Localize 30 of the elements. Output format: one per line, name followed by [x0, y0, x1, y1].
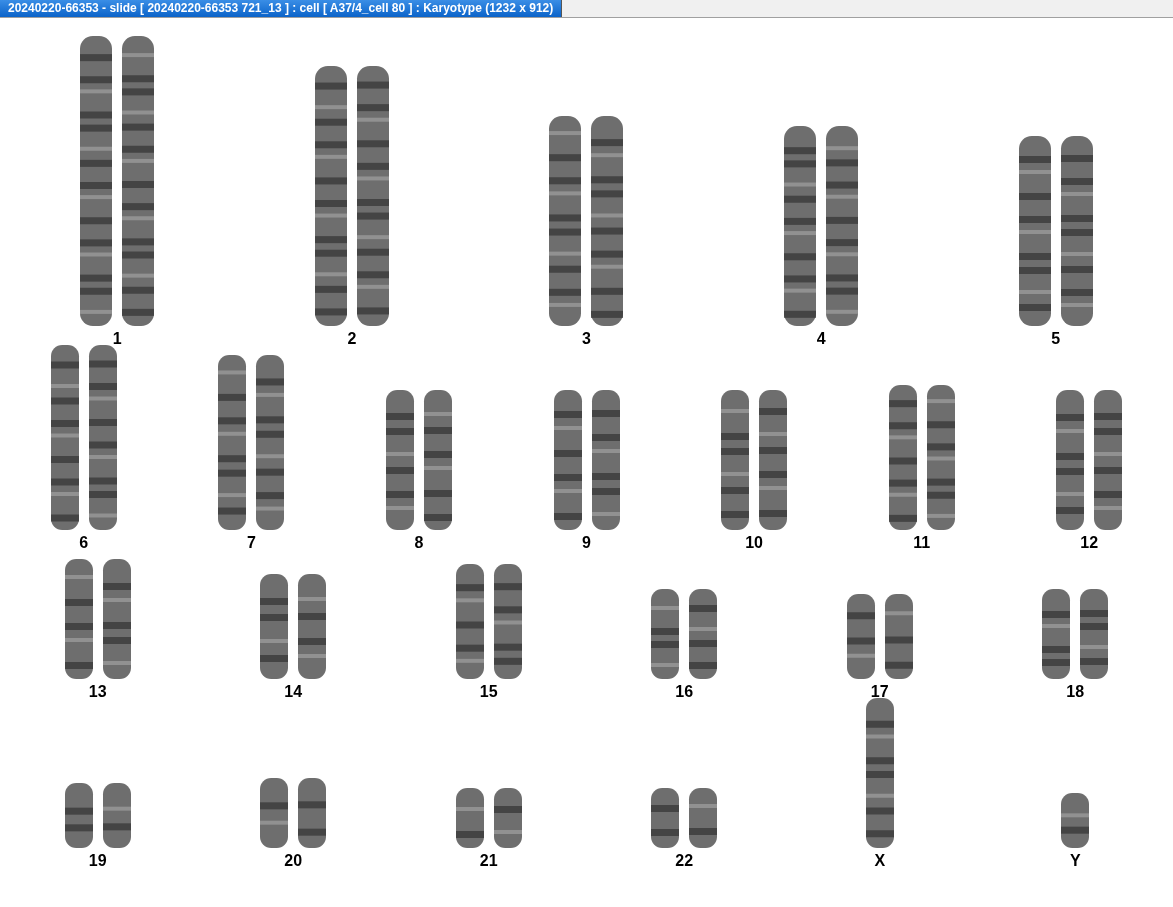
- chromosome-pair-drawing: [651, 788, 718, 848]
- chromosome-label: 20: [284, 852, 303, 870]
- chromosome-label: 19: [88, 852, 107, 870]
- chromosome-label: X: [874, 852, 886, 870]
- chromosome-label: 3: [582, 330, 591, 348]
- chromosome-label: 14: [284, 683, 303, 701]
- chromosome-label: 4: [816, 330, 826, 348]
- chromosome-label: 16: [675, 683, 694, 701]
- chromosome-label: 11: [913, 534, 931, 552]
- chromosome-label: 17: [870, 683, 889, 701]
- chromosome-label: 2: [347, 330, 357, 348]
- chromosome-label: 8: [414, 534, 424, 552]
- chromosome-label: 13: [88, 683, 107, 701]
- chromosome-label: 7: [246, 534, 256, 552]
- chromosome-pair-drawing: [64, 783, 131, 848]
- chromosome-label: 5: [1051, 330, 1061, 348]
- chromosome-label: 15: [479, 683, 498, 701]
- chromosome-label: 9: [582, 534, 591, 552]
- chromosome-label: 6: [79, 534, 89, 552]
- chromosome-label: 12: [1080, 534, 1099, 552]
- window-title: 20240220-66353 - slide [ 20240220-66353 721_13 ] : cell [ A37/4_cell 80 ] : Karyotype (1232 x 912): [0, 0, 563, 17]
- chromosome-pair-drawing: [455, 788, 522, 848]
- chromosome-label: Y: [1069, 852, 1081, 870]
- chromosome-pair-drawing: [260, 778, 327, 848]
- chromosome-label: 18: [1066, 683, 1085, 701]
- chromosome-label: 22: [675, 852, 694, 870]
- chromosome-drawing: [1061, 793, 1090, 848]
- chromosome-label: 10: [745, 534, 763, 552]
- chromosome-label: 21: [479, 852, 498, 870]
- chromosome-label: 1: [112, 330, 122, 348]
